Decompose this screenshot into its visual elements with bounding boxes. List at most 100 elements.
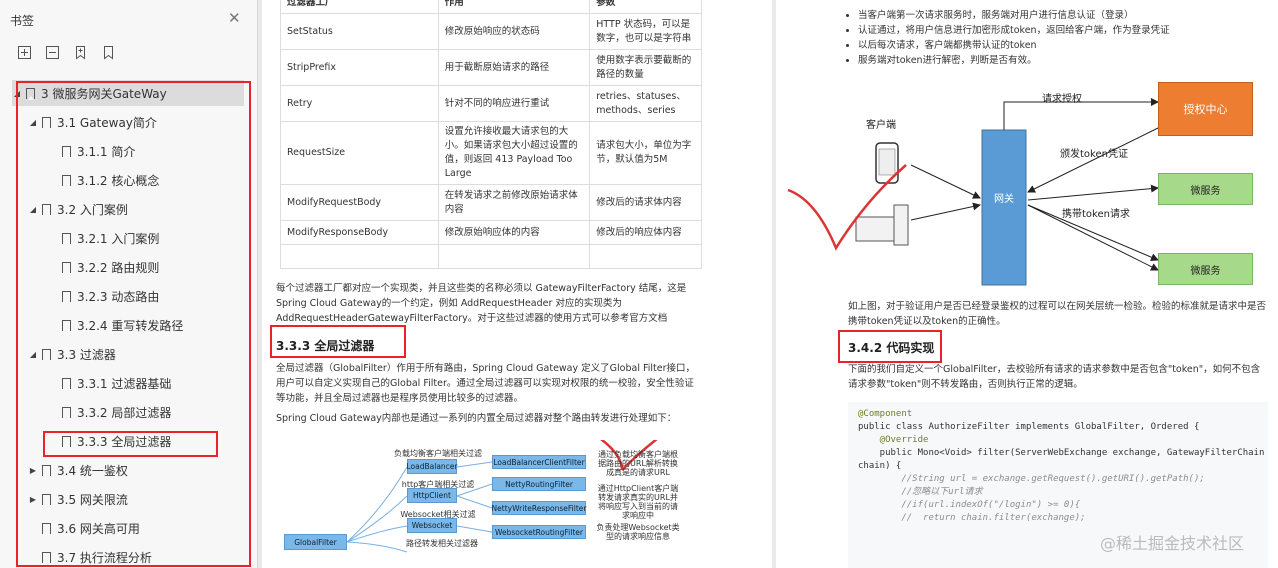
client-label: 客户端 (866, 120, 896, 131)
expand-all-icon[interactable] (17, 45, 35, 61)
bookmark-label: 3 微服务网关GateWay (41, 86, 167, 101)
bookmark-item[interactable]: 3.3.3 全局过滤器 (12, 428, 244, 454)
bookmark-icon (42, 203, 51, 216)
bookmark-icon (26, 87, 35, 100)
table-row: ModifyResponseBody 修改原始响应体的内容 修改后的响应体内容 (280, 220, 702, 245)
bookmark-add-icon[interactable] (73, 45, 91, 61)
bullet-list: 当客户端第一次请求服务时，服务端对用户进行信息认证（登录）认证通过，将用户信息进… (858, 8, 1258, 68)
bookmark-icon (42, 348, 51, 361)
bookmark-icon (62, 377, 71, 390)
bookmark-item[interactable]: ◢ 3 微服务网关GateWay (12, 80, 244, 106)
bookmark-label: 3.5 网关限流 (57, 492, 128, 507)
code-line: public class AuthorizeFilter implements … (858, 422, 1200, 432)
code-line: // return chain.filter(exchange); (858, 513, 1086, 523)
collapse-all-icon[interactable] (45, 45, 63, 61)
expand-arrow-icon[interactable]: ◢ (28, 118, 38, 127)
bookmark-icon (42, 522, 51, 535)
bookmark-item[interactable]: 3.3.1 过滤器基础 (12, 370, 244, 396)
bookmark-icon (62, 290, 71, 303)
bookmark-item[interactable]: 3.1.1 简介 (12, 138, 244, 164)
diagram-note: 通过HttpClient客户端转发请求真实的URL并将响应写入到当前的请求响应中 (597, 484, 679, 520)
arrow-label: 颁发token凭证 (1060, 149, 1128, 160)
code-line: @Component (858, 409, 913, 419)
paragraph-filter-factory: 每个过滤器工厂都对应一个实现类，并且这些类的名称必须以 GatewayFilte… (276, 283, 687, 324)
expand-arrow-icon[interactable]: ◢ (12, 89, 22, 98)
bookmark-item[interactable]: 3.7 执行流程分析 (12, 544, 244, 568)
bookmark-item[interactable]: 3.2.1 入门案例 (12, 225, 244, 251)
collapse-arrow-icon[interactable]: ▶ (28, 495, 38, 504)
bullet-item: 当客户端第一次请求服务时，服务端对用户进行信息认证（登录） (858, 8, 1258, 23)
pdf-viewer: 书签 ✕ ◢ 3 微服务网关GateWay ◢ 3.1 Gateway简介 3.1.1 … (0, 0, 1278, 568)
table-cell: StripPrefix (280, 49, 439, 86)
bookmark-label: 3.2 入门案例 (57, 202, 128, 217)
table-row: RequestSize 设置允许接收最大请求包的大小。如果请求包大小超过设置的值，… (280, 121, 702, 185)
paragraph-code-intro: 下面的我们自定义一个GlobalFilter，去校验所有请求的请求参数中是否包含… (848, 364, 1261, 390)
bookmark-icon (42, 116, 51, 129)
diagram-node: LoadBalancer (407, 459, 458, 474)
diagram-note: 负责处理Websocket类型的请求响应信息 (596, 523, 680, 541)
bookmark-item[interactable]: 3.2.4 重写转发路径 (12, 312, 244, 338)
table-cell: SetStatus (280, 13, 439, 50)
close-icon[interactable]: ✕ (228, 9, 241, 27)
bookmark-label: 3.2.3 动态路由 (77, 289, 160, 304)
expand-arrow-icon[interactable]: ◢ (28, 205, 38, 214)
table-cell: 设置允许接收最大请求包的大小。如果请求包大小超过设置的值，则返回 413 Pay… (437, 121, 591, 185)
code-line: @Override (858, 435, 929, 445)
bookmark-icon (62, 145, 71, 158)
bookmark-icon (62, 174, 71, 187)
table-cell: ModifyResponseBody (280, 220, 439, 245)
collapse-arrow-icon[interactable]: ▶ (28, 466, 38, 475)
table-row: SetStatus 修改原始响应的状态码 HTTP 状态码，可以是数字，也可以是字符… (280, 13, 702, 50)
diagram-label: 路径转发相关过滤器 (406, 539, 478, 548)
bookmark-item[interactable]: 3.6 网关高可用 (12, 515, 244, 541)
diagram-node: Websocket (407, 518, 457, 533)
bookmark-item[interactable]: 3.3.2 局部过滤器 (12, 399, 244, 425)
table-header-row: 过滤器工厂 作用 参数 (280, 0, 702, 14)
bullet-item: 以后每次请求，客户端都携带认证的token (858, 38, 1258, 53)
table-cell: Retry (280, 85, 439, 122)
expand-arrow-icon[interactable]: ◢ (28, 350, 38, 359)
bookmark-item[interactable]: ◢ 3.3 过滤器 (12, 341, 244, 367)
arrow-label: 请求授权 (1042, 94, 1082, 105)
table-cell: 修改原始响应体的内容 (437, 220, 591, 245)
bullet-item: 认证通过，将用户信息进行加密形成token，返回给客户端，作为登录凭证 (858, 23, 1258, 38)
table-row: ModifyRequestBody 在转发请求之前修改原始请求体内容 修改后的请求体… (280, 184, 702, 221)
bookmark-icon (42, 464, 51, 477)
table-header-cell: 参数 (589, 0, 702, 14)
table-cell: 在转发请求之前修改原始请求体内容 (437, 184, 591, 221)
bookmark-label: 3.1 Gateway简介 (57, 115, 157, 130)
bookmark-icon (62, 232, 71, 245)
table-cell: 修改后的响应体内容 (589, 220, 702, 245)
bookmark-label: 3.2.2 路由规则 (77, 260, 160, 275)
table-cell: 针对不同的响应进行重试 (437, 85, 591, 122)
table-cell: ModifyRequestBody (280, 184, 439, 221)
table-cell: 请求包大小，单位为字节，默认值为5M (589, 121, 702, 185)
bookmark-item[interactable]: ▶ 3.5 网关限流 (12, 486, 244, 512)
bookmark-item[interactable]: 3.1.2 核心概念 (12, 167, 244, 193)
bookmark-item[interactable]: ◢ 3.1 Gateway简介 (12, 109, 244, 135)
bookmark-label: 3.1.1 简介 (77, 144, 136, 159)
bookmark-icon (42, 551, 51, 564)
section-heading-code: 3.4.2 代码实现 (848, 341, 935, 355)
paragraph-builtin-filters: Spring Cloud Gateway内部也是通过一系列的内置全局过滤器对整个… (276, 413, 677, 424)
pdf-page-left: 过滤器工厂 作用 参数 SetStatus 修改原始响应的状态码 HTTP 状态码，可以是… (262, 0, 772, 568)
code-line: //if(url.indexOf("/login") >= 0){ (858, 500, 1081, 510)
bookmark-label: 3.1.2 核心概念 (77, 173, 160, 188)
bookmark-label: 3.2.1 入门案例 (77, 231, 160, 246)
table-row (280, 244, 702, 269)
bookmark-item[interactable]: 3.2.3 动态路由 (12, 283, 244, 309)
bookmark-item[interactable]: 3.2.2 路由规则 (12, 254, 244, 280)
bookmark-label: 3.3.2 局部过滤器 (77, 405, 172, 420)
bookmark-item[interactable]: ◢ 3.2 入门案例 (12, 196, 244, 222)
bookmark-sidebar: 书签 ✕ ◢ 3 微服务网关GateWay ◢ 3.1 Gateway简介 3.1.1 … (0, 0, 258, 568)
table-cell: 修改原始响应的状态码 (437, 13, 591, 50)
table-cell: 修改后的请求体内容 (589, 184, 702, 221)
bookmark-icon[interactable] (101, 45, 119, 61)
code-line: //String url = exchange.getRequest().get… (858, 474, 1205, 484)
table-cell (280, 244, 439, 269)
bookmark-icon (62, 319, 71, 332)
table-row: StripPrefix 用于截断原始请求的路径 使用数字表示要截断的路径的数量 (280, 49, 702, 86)
diagram-node: LoadBalancerClientFilter (492, 455, 586, 469)
microservice-node: 微服务 (1158, 253, 1253, 285)
bookmark-item[interactable]: ▶ 3.4 统一鉴权 (12, 457, 244, 483)
